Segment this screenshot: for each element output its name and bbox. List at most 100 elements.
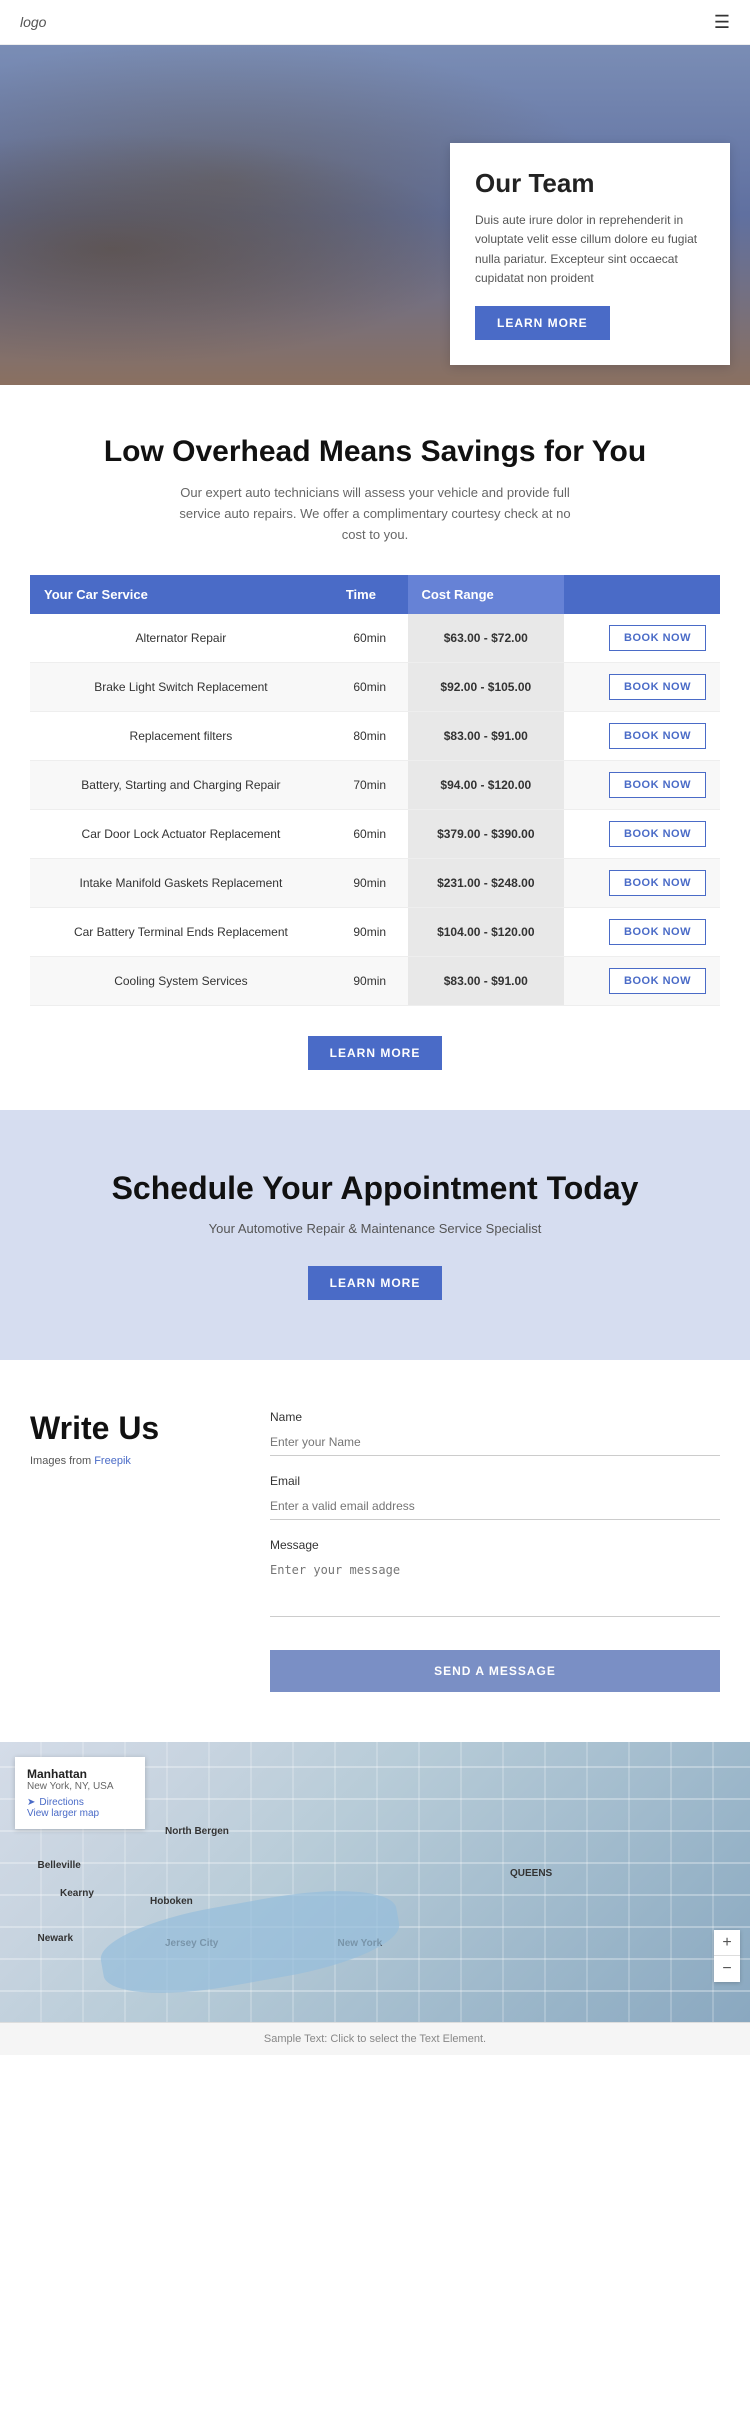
table-row: Alternator Repair 60min $63.00 - $72.00 … [30,614,720,663]
service-name: Alternator Repair [30,614,332,663]
service-time: 60min [332,810,408,859]
map-directions-link[interactable]: ➤ Directions [27,1797,133,1808]
book-now-button[interactable]: BOOK NOW [609,674,706,700]
service-cost: $379.00 - $390.00 [408,810,565,859]
appointment-section: Schedule Your Appointment Today Your Aut… [0,1110,750,1360]
directions-label[interactable]: Directions [39,1797,83,1808]
directions-arrow-icon: ➤ [27,1797,35,1808]
book-now-button[interactable]: BOOK NOW [609,968,706,994]
appointment-learn-more-button[interactable]: LEARN MORE [308,1266,443,1300]
service-cost: $104.00 - $120.00 [408,908,565,957]
hero-title: Our Team [475,168,705,199]
savings-learn-more-button[interactable]: LEARN MORE [308,1036,443,1070]
service-time: 60min [332,663,408,712]
book-now-cell: BOOK NOW [564,712,720,761]
name-label: Name [270,1410,720,1424]
service-cost: $83.00 - $91.00 [408,712,565,761]
book-now-button[interactable]: BOOK NOW [609,625,706,651]
book-now-cell: BOOK NOW [564,908,720,957]
savings-learn-more-wrapper: LEARN MORE [30,1036,720,1070]
appointment-title: Schedule Your Appointment Today [30,1170,720,1207]
book-now-button[interactable]: BOOK NOW [609,919,706,945]
table-row: Battery, Starting and Charging Repair 70… [30,761,720,810]
service-time: 80min [332,712,408,761]
hero-description: Duis aute irure dolor in reprehenderit i… [475,211,705,288]
map-info-card: Manhattan New York, NY, USA ➤ Directions… [15,1757,145,1829]
services-table: Your Car Service Time Cost Range Alterna… [30,575,720,1006]
savings-section: Low Overhead Means Savings for You Our e… [0,385,750,1110]
book-now-button[interactable]: BOOK NOW [609,723,706,749]
message-input[interactable] [270,1557,720,1617]
menu-icon[interactable]: ☰ [714,12,730,33]
book-now-button[interactable]: BOOK NOW [609,821,706,847]
service-time: 70min [332,761,408,810]
map-section: North BergenHobokenJersey CityNew YorkQU… [0,1742,750,2022]
header: logo ☰ [0,0,750,45]
book-now-cell: BOOK NOW [564,859,720,908]
service-name: Battery, Starting and Charging Repair [30,761,332,810]
email-label: Email [270,1474,720,1488]
table-row: Intake Manifold Gaskets Replacement 90mi… [30,859,720,908]
book-now-cell: BOOK NOW [564,957,720,1006]
service-name: Cooling System Services [30,957,332,1006]
book-now-cell: BOOK NOW [564,810,720,859]
book-now-cell: BOOK NOW [564,663,720,712]
zoom-out-button[interactable]: − [714,1956,740,1982]
zoom-in-button[interactable]: + [714,1930,740,1956]
message-label: Message [270,1538,720,1552]
freepik-attribution: Images from Freepik [30,1455,230,1467]
table-row: Replacement filters 80min $83.00 - $91.0… [30,712,720,761]
map-city-sub: New York, NY, USA [27,1781,133,1792]
appointment-subtitle: Your Automotive Repair & Maintenance Ser… [30,1221,720,1236]
service-time: 90min [332,908,408,957]
col-header-action [564,575,720,614]
freepik-link[interactable]: Freepik [94,1455,131,1467]
email-field-group: Email [270,1474,720,1520]
service-name: Replacement filters [30,712,332,761]
book-now-cell: BOOK NOW [564,614,720,663]
freepik-text: Images from [30,1455,91,1467]
contact-title: Write Us [30,1410,230,1447]
service-time: 90min [332,859,408,908]
contact-form: Name Email Message SEND A MESSAGE [270,1410,720,1692]
service-name: Intake Manifold Gaskets Replacement [30,859,332,908]
savings-subtitle: Our expert auto technicians will assess … [175,483,575,545]
map-city-label: Newark [38,1933,74,1944]
map-city-label: QUEENS [510,1868,552,1879]
table-row: Brake Light Switch Replacement 60min $92… [30,663,720,712]
book-now-button[interactable]: BOOK NOW [609,772,706,798]
col-header-time: Time [332,575,408,614]
message-field-group: Message [270,1538,720,1622]
col-header-service: Your Car Service [30,575,332,614]
map-city-label: Belleville [38,1860,81,1871]
table-row: Cooling System Services 90min $83.00 - $… [30,957,720,1006]
footer-bar: Sample Text: Click to select the Text El… [0,2022,750,2055]
service-name: Car Battery Terminal Ends Replacement [30,908,332,957]
contact-left: Write Us Images from Freepik [30,1410,230,1692]
email-input[interactable] [270,1493,720,1520]
book-now-button[interactable]: BOOK NOW [609,870,706,896]
send-message-button[interactable]: SEND A MESSAGE [270,1650,720,1692]
map-zoom-controls: + − [714,1930,740,1982]
service-cost: $83.00 - $91.00 [408,957,565,1006]
col-header-cost: Cost Range [408,575,565,614]
map-city-label: Jersey City [165,1938,218,1949]
service-time: 90min [332,957,408,1006]
table-row: Car Door Lock Actuator Replacement 60min… [30,810,720,859]
hero-section: Our Team Duis aute irure dolor in repreh… [0,45,750,385]
view-larger-map-link[interactable]: View larger map [27,1808,133,1819]
contact-section: Write Us Images from Freepik Name Email … [0,1360,750,1742]
service-name: Car Door Lock Actuator Replacement [30,810,332,859]
name-field-group: Name [270,1410,720,1456]
hero-learn-more-button[interactable]: LEARN MORE [475,306,610,340]
table-header-row: Your Car Service Time Cost Range [30,575,720,614]
map-city-name: Manhattan [27,1767,133,1781]
map-city-label: Kearny [60,1888,94,1899]
map-city-label: Hoboken [150,1896,193,1907]
service-cost: $94.00 - $120.00 [408,761,565,810]
table-row: Car Battery Terminal Ends Replacement 90… [30,908,720,957]
name-input[interactable] [270,1429,720,1456]
map-city-label: New York [338,1938,383,1949]
service-cost: $92.00 - $105.00 [408,663,565,712]
book-now-cell: BOOK NOW [564,761,720,810]
